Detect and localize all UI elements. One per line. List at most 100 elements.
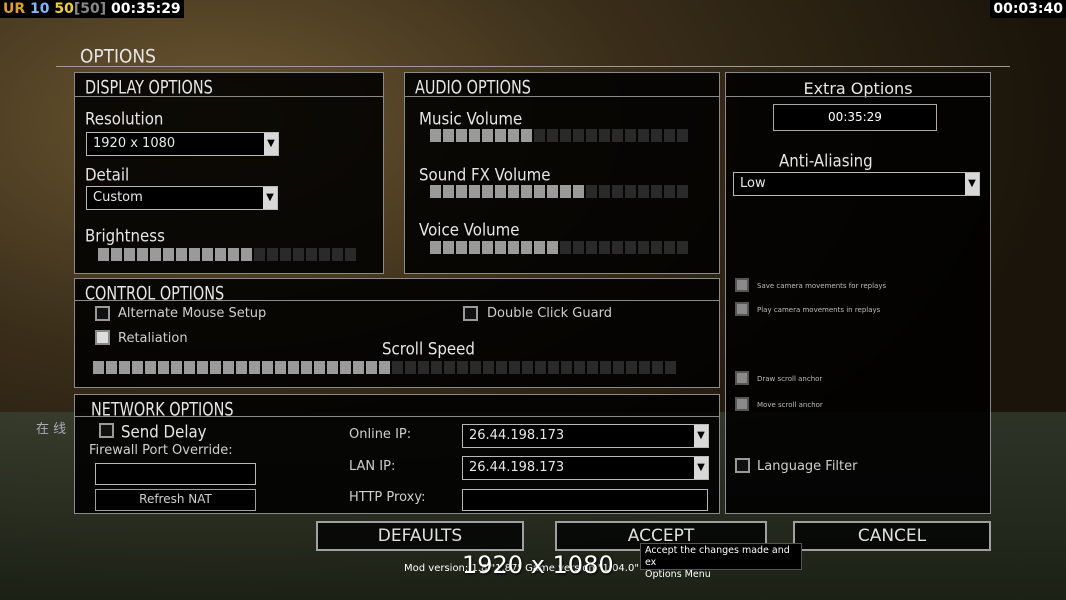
brightness-slider[interactable]	[98, 248, 356, 261]
slider-segment[interactable]	[254, 248, 265, 261]
slider-segment[interactable]	[332, 248, 343, 261]
slider-segment[interactable]	[651, 241, 662, 254]
detail-select[interactable]: Custom ▼	[86, 186, 278, 210]
slider-segment[interactable]	[236, 361, 247, 374]
slider-segment[interactable]	[482, 129, 493, 142]
slider-segment[interactable]	[275, 361, 286, 374]
slider-segment[interactable]	[625, 185, 636, 198]
resolution-select[interactable]: 1920 x 1080 ▼	[86, 132, 279, 156]
slider-segment[interactable]	[548, 361, 559, 374]
play-camera-checkbox[interactable]	[735, 302, 749, 316]
chevron-down-icon[interactable]: ▼	[263, 187, 277, 209]
slider-segment[interactable]	[638, 185, 649, 198]
slider-segment[interactable]	[176, 248, 187, 261]
slider-segment[interactable]	[262, 361, 273, 374]
slider-segment[interactable]	[508, 129, 519, 142]
chevron-down-icon[interactable]: ▼	[694, 425, 708, 447]
slider-segment[interactable]	[651, 185, 662, 198]
slider-segment[interactable]	[197, 361, 208, 374]
slider-segment[interactable]	[456, 129, 467, 142]
slider-segment[interactable]	[521, 241, 532, 254]
slider-segment[interactable]	[652, 361, 663, 374]
slider-segment[interactable]	[202, 248, 213, 261]
chevron-down-icon[interactable]: ▼	[965, 173, 979, 195]
slider-segment[interactable]	[521, 185, 532, 198]
slider-segment[interactable]	[241, 248, 252, 261]
slider-segment[interactable]	[638, 129, 649, 142]
double-click-guard-checkbox[interactable]	[463, 306, 478, 321]
slider-segment[interactable]	[469, 241, 480, 254]
slider-segment[interactable]	[482, 185, 493, 198]
slider-segment[interactable]	[93, 361, 104, 374]
slider-segment[interactable]	[586, 185, 597, 198]
slider-segment[interactable]	[353, 361, 364, 374]
lan-ip-select[interactable]: 26.44.198.173 ▼	[462, 456, 709, 480]
slider-segment[interactable]	[443, 185, 454, 198]
slider-segment[interactable]	[586, 129, 597, 142]
slider-segment[interactable]	[301, 361, 312, 374]
slider-segment[interactable]	[444, 361, 455, 374]
slider-segment[interactable]	[106, 361, 117, 374]
slider-segment[interactable]	[430, 129, 441, 142]
slider-segment[interactable]	[535, 361, 546, 374]
anti-aliasing-select[interactable]: Low ▼	[733, 172, 980, 196]
slider-segment[interactable]	[431, 361, 442, 374]
voice-volume-slider[interactable]	[430, 241, 688, 254]
slider-segment[interactable]	[189, 248, 200, 261]
slider-segment[interactable]	[483, 361, 494, 374]
http-proxy-input[interactable]	[462, 489, 708, 511]
slider-segment[interactable]	[306, 248, 317, 261]
slider-segment[interactable]	[228, 248, 239, 261]
slider-segment[interactable]	[612, 185, 623, 198]
slider-segment[interactable]	[150, 248, 161, 261]
slider-segment[interactable]	[508, 185, 519, 198]
slider-segment[interactable]	[443, 241, 454, 254]
slider-segment[interactable]	[560, 241, 571, 254]
slider-segment[interactable]	[560, 185, 571, 198]
slider-segment[interactable]	[111, 248, 122, 261]
slider-segment[interactable]	[573, 241, 584, 254]
slider-segment[interactable]	[613, 361, 624, 374]
slider-segment[interactable]	[586, 241, 597, 254]
chevron-down-icon[interactable]: ▼	[264, 133, 278, 155]
send-delay-checkbox[interactable]	[99, 423, 114, 438]
slider-segment[interactable]	[280, 248, 291, 261]
language-filter-checkbox[interactable]	[735, 458, 750, 473]
slider-segment[interactable]	[379, 361, 390, 374]
slider-segment[interactable]	[210, 361, 221, 374]
slider-segment[interactable]	[547, 129, 558, 142]
slider-segment[interactable]	[509, 361, 520, 374]
slider-segment[interactable]	[418, 361, 429, 374]
slider-segment[interactable]	[612, 129, 623, 142]
slider-segment[interactable]	[547, 185, 558, 198]
slider-segment[interactable]	[456, 241, 467, 254]
slider-segment[interactable]	[470, 361, 481, 374]
slider-segment[interactable]	[319, 248, 330, 261]
slider-segment[interactable]	[132, 361, 143, 374]
firewall-port-input[interactable]	[95, 463, 256, 485]
slider-segment[interactable]	[625, 241, 636, 254]
slider-segment[interactable]	[600, 361, 611, 374]
slider-segment[interactable]	[469, 185, 480, 198]
slider-segment[interactable]	[98, 248, 109, 261]
slider-segment[interactable]	[612, 241, 623, 254]
slider-segment[interactable]	[223, 361, 234, 374]
slider-segment[interactable]	[664, 185, 675, 198]
slider-segment[interactable]	[327, 361, 338, 374]
slider-segment[interactable]	[215, 248, 226, 261]
slider-segment[interactable]	[574, 361, 585, 374]
slider-segment[interactable]	[457, 361, 468, 374]
slider-segment[interactable]	[456, 185, 467, 198]
slider-segment[interactable]	[626, 361, 637, 374]
sound-fx-volume-slider[interactable]	[430, 185, 688, 198]
slider-segment[interactable]	[137, 248, 148, 261]
slider-segment[interactable]	[508, 241, 519, 254]
slider-segment[interactable]	[293, 248, 304, 261]
slider-segment[interactable]	[639, 361, 650, 374]
retaliation-checkbox[interactable]	[95, 330, 110, 345]
slider-segment[interactable]	[496, 361, 507, 374]
slider-segment[interactable]	[345, 248, 356, 261]
slider-segment[interactable]	[522, 361, 533, 374]
alternate-mouse-checkbox[interactable]	[95, 306, 110, 321]
slider-segment[interactable]	[534, 185, 545, 198]
